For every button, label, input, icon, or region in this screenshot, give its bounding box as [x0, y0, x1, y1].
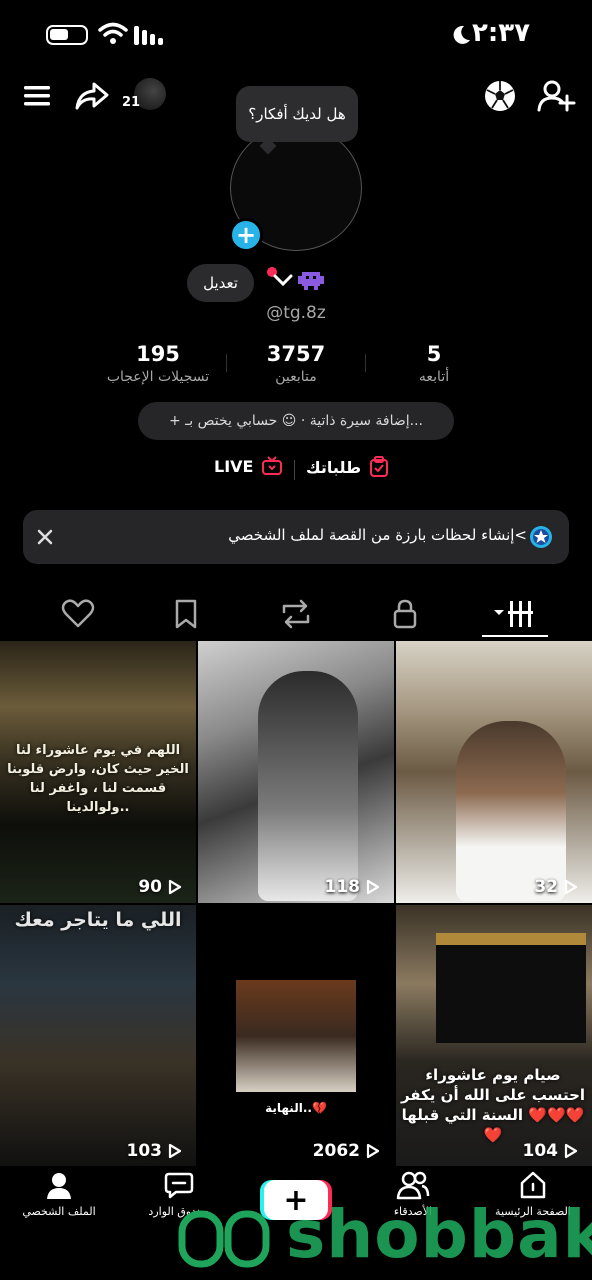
inbox-icon [164, 1172, 194, 1199]
video-views-6: 104 [396, 1141, 592, 1161]
add-bio-button[interactable]: + إضافة سيرة ذاتية · ☺ حسابي يختص بـ... [138, 402, 454, 440]
video-thumbnail-4[interactable]: اللي ما يتاجر معك 103 [0, 905, 196, 1167]
followers-count: 3757 [266, 342, 326, 366]
stat-following[interactable]: 5 أتابعه [354, 342, 514, 385]
links-divider [294, 460, 295, 480]
video-caption-6: صيام يوم عاشوراء احتسب على الله أن يكفر … [400, 1066, 586, 1144]
video-thumbnail-6[interactable]: صيام يوم عاشوراء احتسب على الله أن يكفر … [396, 905, 592, 1167]
play-icon [564, 879, 578, 895]
tab-private-lock-icon[interactable] [375, 596, 435, 632]
tab-videos-grid-icon[interactable] [486, 596, 546, 632]
edit-profile-button[interactable]: تعديل [187, 264, 254, 302]
live-link[interactable]: LIVE [214, 456, 283, 476]
following-label: أتابعه [418, 369, 450, 385]
signal-icon [134, 26, 163, 45]
stat-likes[interactable]: 195 تسجيلات الإعجاب [78, 342, 238, 385]
profile-icon [47, 1173, 71, 1199]
likes-count: 195 [136, 342, 180, 366]
active-tab-indicator [482, 635, 548, 637]
add-friend-icon[interactable] [536, 76, 576, 116]
ideas-bubble[interactable]: هل لديك أفكار؟ [236, 86, 358, 142]
video-thumbnail-3[interactable]: 32 [396, 641, 592, 903]
followers-label: متابعين [275, 369, 317, 385]
play-icon [168, 1143, 182, 1159]
video-caption-1: اللهم في يوم عاشوراء لنا الخير حيث كان، … [7, 743, 189, 815]
video-views-2: 118 [198, 877, 394, 897]
status-time: ٢:٣٧ [471, 18, 530, 48]
alien-emoji-icon [298, 272, 324, 290]
moon-icon [453, 25, 470, 44]
likes-label: تسجيلات الإعجاب [106, 369, 210, 385]
banner-text: إنشاء لحظات بارزة من القصة لملف الشخصي< [228, 526, 527, 544]
play-icon [366, 1143, 380, 1159]
video-thumbnail-5[interactable]: النهاية..💔 2062 [198, 905, 394, 1167]
tv-icon [262, 456, 283, 475]
following-count: 5 [426, 342, 442, 366]
video-views-4: 103 [0, 1141, 196, 1161]
nav-profile[interactable]: الملف الشخصي [4, 1170, 114, 1218]
video-thumbnail-2[interactable]: 118 [198, 641, 394, 903]
play-icon [168, 879, 182, 895]
play-icon [366, 879, 380, 895]
live-label: LIVE [214, 456, 254, 476]
person-silhouette [258, 671, 358, 901]
soccer-ball-icon[interactable] [480, 76, 520, 116]
tab-saved-bookmark-icon[interactable] [156, 596, 216, 632]
stat-followers[interactable]: 3757 متابعين [216, 342, 376, 385]
video-views-3: 32 [396, 877, 592, 897]
wifi-icon [98, 22, 128, 44]
share-icon[interactable] [72, 76, 112, 116]
video-thumbnail-1[interactable]: اللهم في يوم عاشوراء لنا الخير حيث كان، … [0, 641, 196, 903]
orders-link[interactable]: طلباتك [306, 456, 389, 478]
tab-repost-icon[interactable] [266, 596, 326, 632]
nav-profile-label: الملف الشخصي [22, 1205, 96, 1218]
kaaba-shape [436, 933, 586, 1043]
friends-count: 21 [122, 95, 141, 110]
menu-icon[interactable] [18, 76, 58, 116]
close-icon[interactable] [35, 527, 55, 547]
video-caption-4: اللي ما يتاجر معك [14, 909, 182, 931]
video-views-5: 2062 [198, 1141, 394, 1161]
shobbak-watermark: shobbak [286, 1196, 592, 1273]
username: @tg.8z [266, 303, 326, 323]
order-bag-icon [370, 456, 389, 477]
person-silhouette [456, 721, 566, 901]
orders-label: طلباتك [306, 457, 362, 477]
battery-icon [46, 25, 88, 45]
highlights-banner[interactable]: إنشاء لحظات بارزة من القصة لملف الشخصي< [23, 510, 569, 564]
video-views-1: 90 [0, 877, 196, 897]
play-icon [564, 1143, 578, 1159]
video-caption-5: النهاية..💔 [265, 1101, 327, 1115]
chevron-down-icon[interactable] [272, 272, 294, 288]
video-frame [236, 980, 356, 1092]
shobbak-logo-icon [178, 1210, 270, 1268]
add-story-button[interactable]: + [229, 218, 263, 252]
tab-liked-heart-icon[interactable] [48, 596, 108, 632]
star-badge-icon [530, 526, 552, 548]
